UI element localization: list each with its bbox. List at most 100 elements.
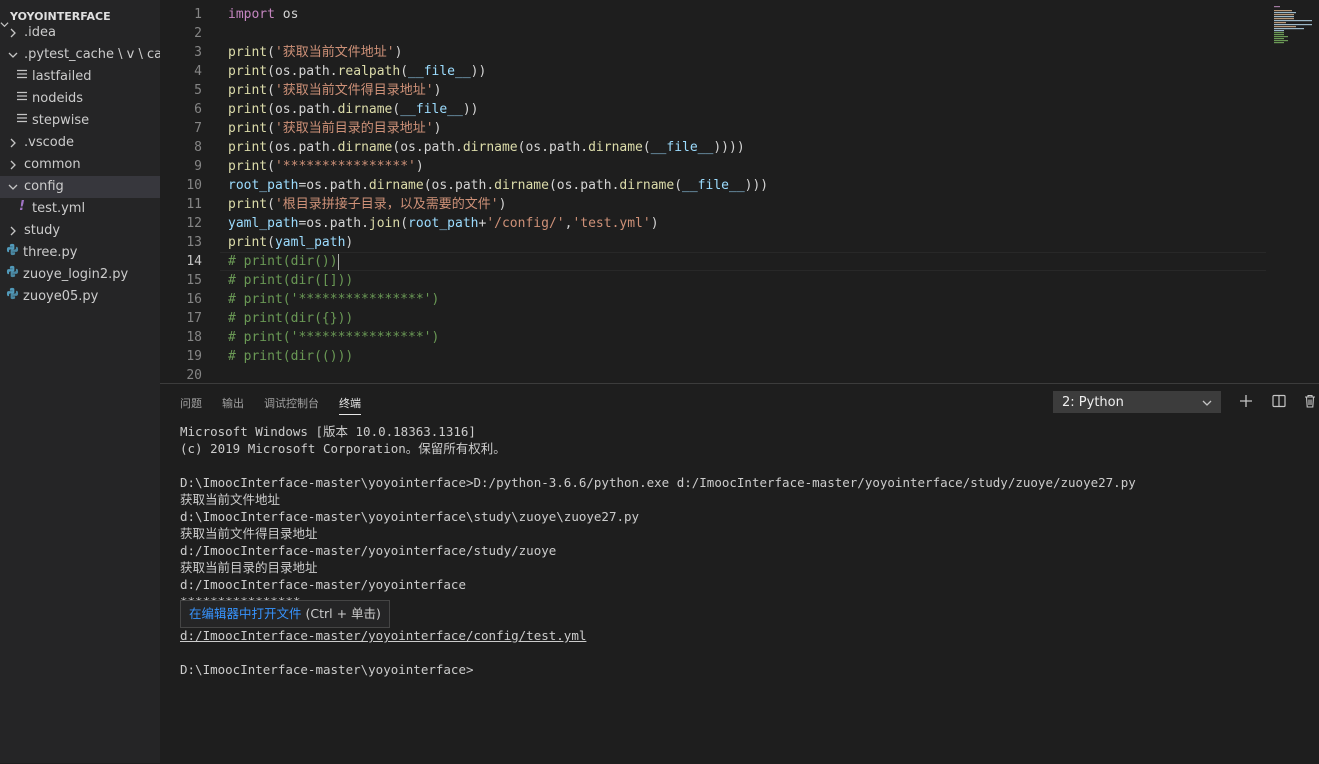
code-text: print(os.path.realpath(__file__)) [228, 62, 486, 81]
code-text: print('获取当前目录的目录地址') [228, 119, 441, 138]
tree-item-label: common [24, 157, 81, 172]
chevron-right-icon [8, 160, 18, 170]
line-number: 16 [186, 292, 202, 307]
code-text: print('****************') [228, 157, 424, 176]
terminal-line: 获取当前目录的目录地址 [180, 560, 318, 575]
code-token: ( [400, 216, 409, 231]
tab-terminal[interactable]: 终端 [339, 394, 361, 415]
tree-item-label: zuoye_login2.py [23, 267, 129, 282]
file-tree: .idea .pytest_cache \ v \ cache lastfailed… [0, 22, 160, 308]
add-terminal-icon[interactable] [1238, 393, 1254, 409]
code-token: # print('****************') [228, 292, 440, 307]
terminal-select-value: 2: Python [1062, 395, 1124, 410]
code-token: join [368, 216, 401, 231]
folder-item[interactable]: .pytest_cache \ v \ cache [0, 44, 160, 66]
lines-icon [16, 110, 28, 132]
tab-output[interactable]: 输出 [222, 394, 244, 414]
file-item[interactable]: zuoye05.py [0, 286, 160, 308]
code-token: '/config/' [486, 216, 565, 231]
code-token: =os.path. [298, 216, 369, 231]
folder-item[interactable]: .idea [0, 22, 160, 44]
chevron-right-icon [8, 28, 18, 38]
terminal-line: D:\ImoocInterface-master\yoyointerface> [180, 662, 474, 677]
terminal-line: d:/ImoocInterface-master/yoyointerface [180, 577, 466, 592]
svg-text:!: ! [19, 199, 25, 212]
code-token: import [228, 7, 275, 22]
code-token: ( [267, 235, 275, 250]
line-number: 8 [194, 140, 202, 155]
file-item[interactable]: lastfailed [0, 66, 160, 88]
terminal-line: Microsoft Windows [版本 10.0.18363.1316] [180, 424, 476, 439]
file-item[interactable]: nodeids [0, 88, 160, 110]
code-text: print(os.path.dirname(os.path.dirname(os… [228, 138, 745, 157]
code-text: # print(dir({})) [228, 309, 353, 328]
code-token: ))) [744, 178, 769, 193]
tree-item-label: stepwise [32, 113, 90, 128]
folder-item[interactable]: config [0, 176, 160, 198]
terminal-select[interactable]: 2: Python [1053, 391, 1221, 413]
line-number: 3 [194, 45, 202, 60]
line-number: 5 [194, 83, 202, 98]
line-number: 13 [186, 235, 202, 250]
code-token: '获取当前目录的目录地址' [274, 121, 434, 136]
terminal-file-link[interactable]: d:/ImoocInterface-master/yoyointerface/c… [180, 627, 586, 644]
code-editor[interactable]: 1 import os 2 3 print('获取当前文件地址') 4 print(os.p… [160, 0, 1319, 383]
code-token: (os.path. [548, 178, 620, 193]
code-token: ) [345, 235, 354, 250]
explorer-sidebar: YOYOINTERFACE .idea .pytest_cache \ v \ c… [0, 0, 160, 763]
tree-item-label: lastfailed [32, 69, 92, 84]
current-line-highlight [220, 252, 1266, 271]
code-token: (os.path. [517, 140, 589, 155]
minimap[interactable] [1274, 6, 1314, 46]
code-token: root_path [228, 178, 299, 193]
code-token: print [228, 159, 268, 174]
code-token: print [228, 102, 268, 117]
code-token: )))) [713, 140, 745, 155]
line-number: 11 [186, 197, 202, 212]
split-terminal-icon[interactable] [1271, 393, 1287, 409]
code-token: ( [642, 140, 651, 155]
file-item[interactable]: ! test.yml [0, 198, 160, 220]
code-token: # print(dir()) [228, 254, 338, 269]
code-token: '****************' [274, 159, 416, 174]
code-token: root_path [408, 216, 479, 231]
code-token: # print(dir({})) [228, 311, 354, 326]
file-item[interactable]: zuoye_login2.py [0, 264, 160, 286]
code-token: ( [267, 197, 275, 212]
line-number: 1 [194, 7, 202, 22]
code-token: '获取当前文件地址' [274, 45, 395, 60]
explorer-root-header[interactable]: YOYOINTERFACE [0, 0, 160, 28]
code-text: root_path=os.path.dirname(os.path.dirnam… [228, 176, 768, 195]
code-token: ) [433, 83, 442, 98]
code-token: (os.path. [423, 178, 495, 193]
terminal-line: 获取当前文件地址 [180, 492, 281, 507]
line-number: 12 [186, 216, 202, 231]
code-text: yaml_path=os.path.join(root_path+'/confi… [228, 214, 659, 233]
code-token: print [228, 83, 268, 98]
folder-item[interactable]: study [0, 220, 160, 242]
file-item[interactable]: stepwise [0, 110, 160, 132]
code-text: # print(dir([])) [228, 271, 353, 290]
tab-problems[interactable]: 问题 [180, 394, 202, 414]
file-item[interactable]: three.py [0, 242, 160, 264]
terminal-line: d:\ImoocInterface-master\yoyointerface\s… [180, 509, 640, 524]
code-token: dirname [337, 102, 393, 117]
code-token: print [228, 121, 268, 136]
python-icon [6, 242, 19, 264]
code-token: (os.path. [392, 140, 463, 155]
tab-debug-console[interactable]: 调试控制台 [264, 394, 319, 414]
tree-item-label: nodeids [32, 91, 84, 106]
line-number: 10 [186, 178, 202, 193]
chevron-down-icon [1202, 392, 1212, 414]
trash-icon[interactable] [1302, 393, 1318, 409]
open-in-editor-link[interactable]: 在编辑器中打开文件 [189, 606, 302, 621]
code-token: yaml_path [228, 216, 299, 231]
line-number: 2 [194, 26, 202, 41]
line-number: 6 [194, 102, 202, 117]
folder-item[interactable]: .vscode [0, 132, 160, 154]
code-token: __file__ [682, 178, 745, 193]
yaml-icon: ! [16, 198, 28, 220]
folder-item[interactable]: common [0, 154, 160, 176]
tree-item-label: three.py [23, 245, 78, 260]
line-number: 20 [186, 368, 202, 383]
